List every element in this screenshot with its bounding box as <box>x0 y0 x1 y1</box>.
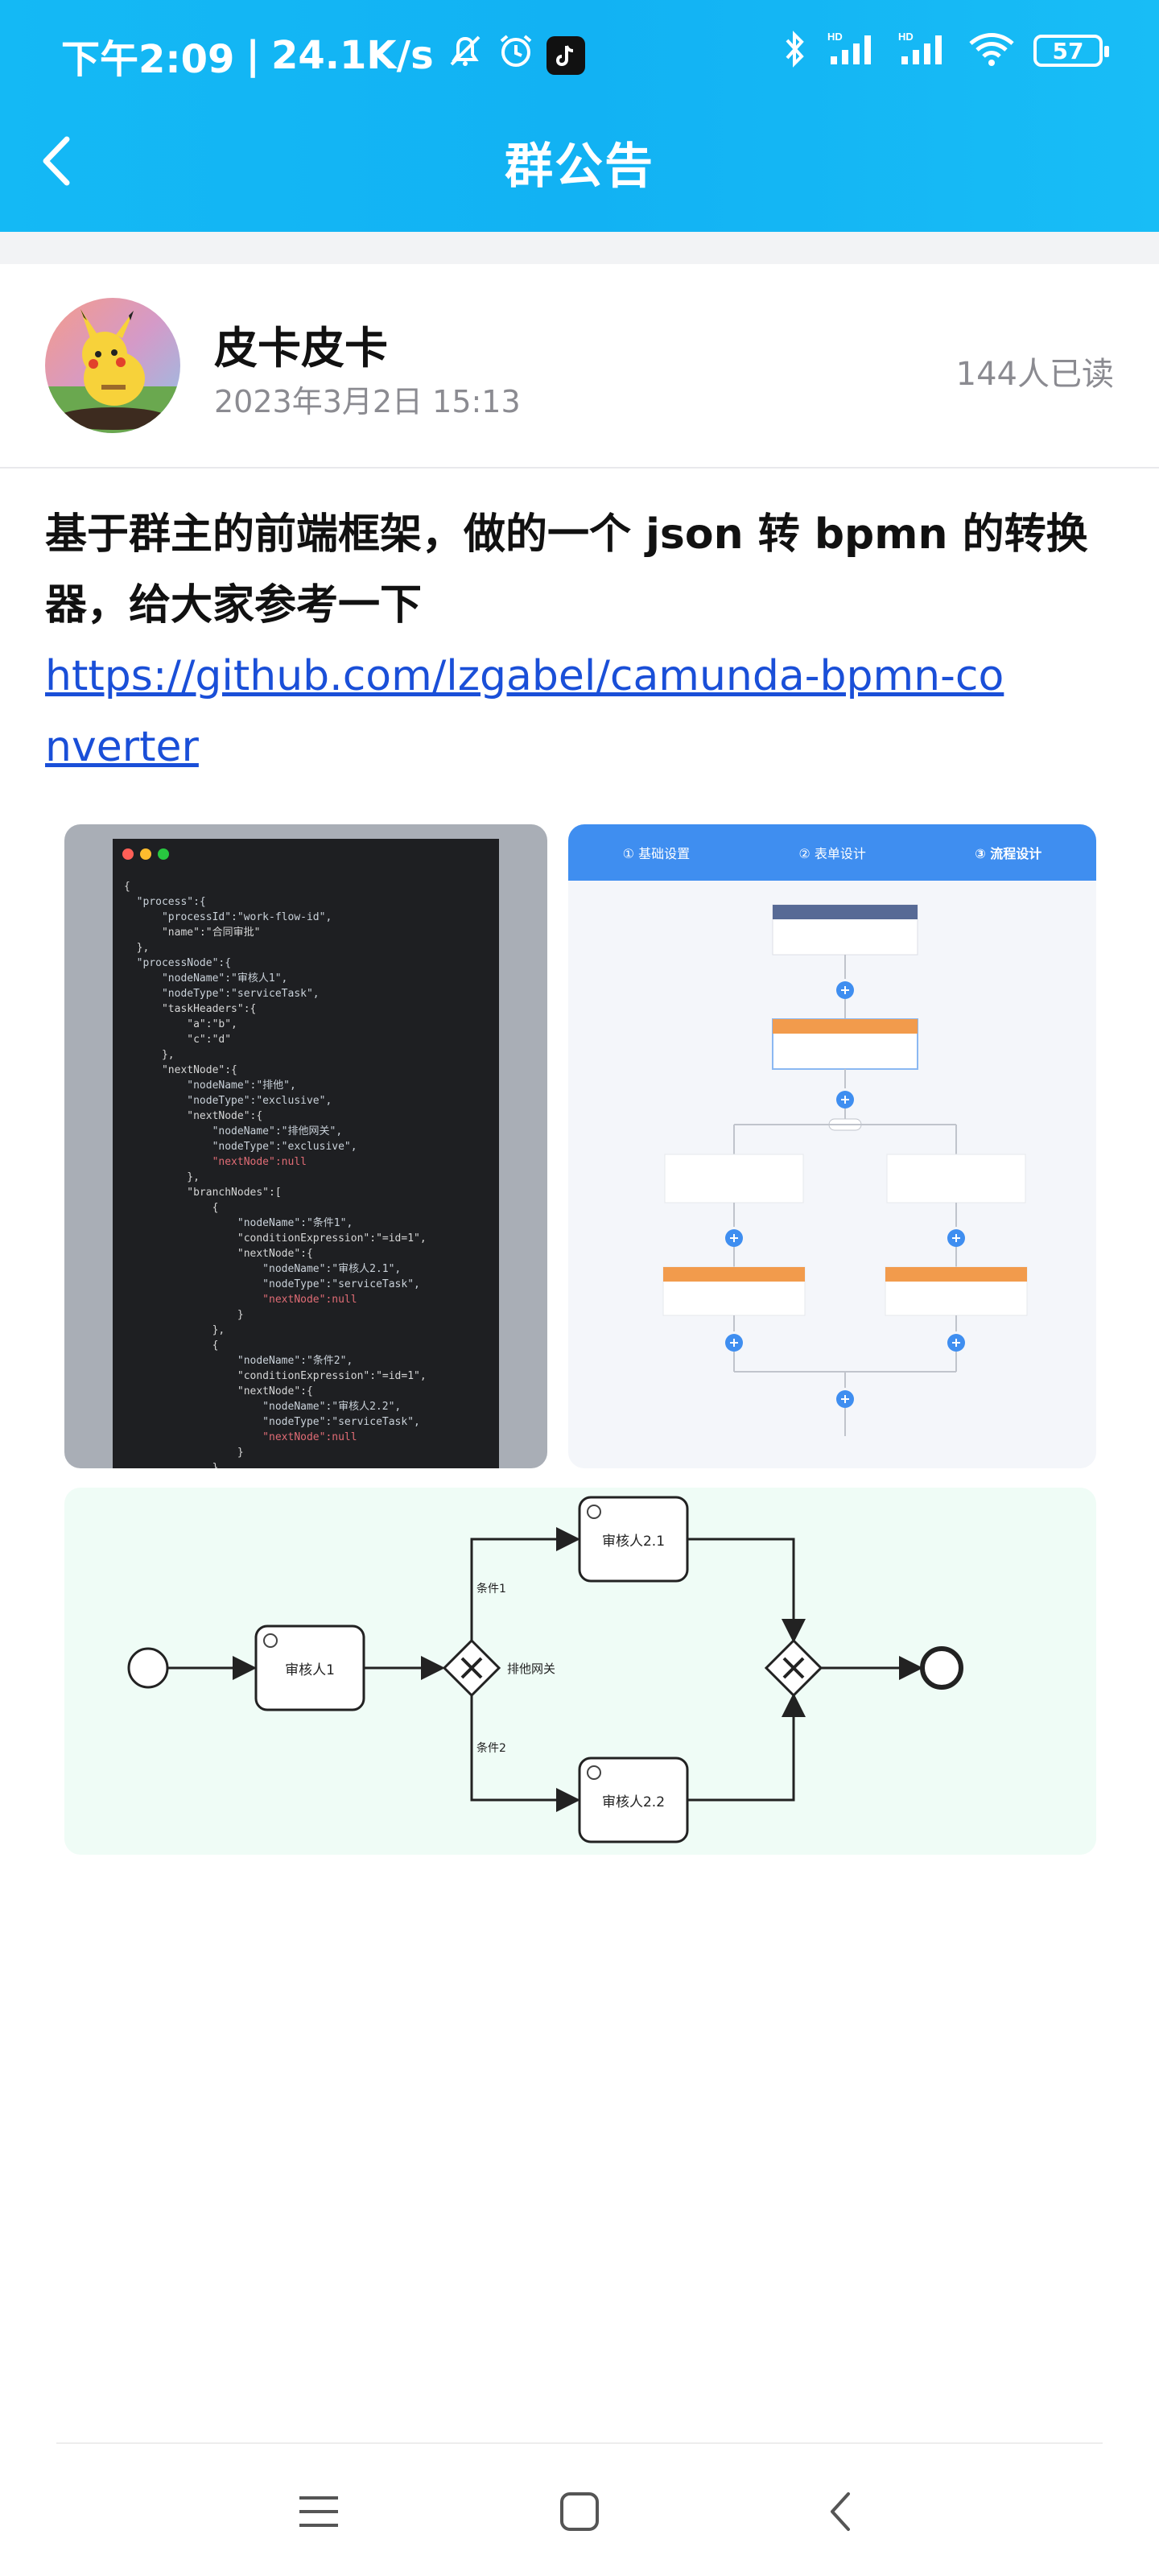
post-timestamp: 2023年3月2日 15:13 <box>214 384 521 419</box>
code-line: "processNode":{ <box>124 957 232 969</box>
mute-bell-icon <box>445 31 485 80</box>
code-line: "nodeName":"排他网关", <box>124 1125 343 1137</box>
back-triangle-icon <box>831 2492 850 2531</box>
bpmn-task-21-label: 审核人2.1 <box>602 1534 665 1550</box>
condition-2-label: 条件2 <box>476 1741 506 1755</box>
bpmn-task-22-label: 审核人2.2 <box>602 1794 665 1810</box>
battery-level: 57 <box>1052 37 1084 64</box>
menu-icon <box>299 2496 338 2527</box>
code-line: "nextNode":{ <box>124 1064 237 1076</box>
home-button[interactable] <box>547 2479 612 2544</box>
code-line: "nodeType":"exclusive", <box>124 1141 357 1153</box>
code-line: "nodeName":"条件2", <box>124 1355 353 1367</box>
code-line: }, <box>124 1049 175 1061</box>
status-left: 下午2:09 | 24.1K/s <box>61 27 585 84</box>
flow-tab-3: ③ 流程设计 <box>975 846 1042 861</box>
github-link[interactable]: https://github.com/lzgabel/camunda-bpmn-… <box>45 641 1011 782</box>
signal-2-icon: HD <box>897 29 950 72</box>
code-line: "process":{ <box>124 896 206 908</box>
code-text: { "process":{ "processId":"work-flow-id"… <box>124 879 427 1468</box>
bpmn-diagram-image[interactable]: 审核人1 排他网关 条件1 审核人2.1 条件2 审核人2.2 <box>64 1488 1096 1855</box>
code-line: "nodeName":"审核人2.2", <box>124 1401 402 1413</box>
author-row: 皮卡皮卡 2023年3月2日 15:13 144人已读 <box>0 264 1159 469</box>
hd-label-1: HD <box>827 31 843 43</box>
home-square-icon <box>560 2492 599 2531</box>
avatar[interactable] <box>45 298 180 433</box>
code-line: { <box>124 1202 219 1214</box>
code-line: "processId":"work-flow-id", <box>124 911 332 923</box>
condition-1-label: 条件1 <box>476 1582 506 1596</box>
status-time: 下午2:09 <box>61 37 235 82</box>
wifi-icon <box>967 29 1016 72</box>
system-navigation-bar <box>0 2447 1159 2576</box>
header: 下午2:09 | 24.1K/s HD HD 57 群公告 <box>0 0 1159 232</box>
tiktok-icon <box>546 36 585 75</box>
code-line: "nodeType":"serviceTask", <box>124 1278 420 1290</box>
page-title: 群公告 <box>505 138 654 195</box>
code-line: "conditionExpression":"=id=1", <box>124 1370 427 1382</box>
status-bar: 下午2:09 | 24.1K/s HD HD 57 <box>0 0 1159 105</box>
bpmn-diagram: 审核人1 排他网关 条件1 审核人2.1 条件2 审核人2.2 <box>127 1496 963 1843</box>
system-back-button[interactable] <box>808 2479 872 2544</box>
code-line: } <box>124 1462 219 1468</box>
code-line: } <box>124 1447 244 1459</box>
code-line: "name":"合同审批" <box>124 927 261 939</box>
flow-designer-tabs: ① 基础设置 ② 表单设计 ③ 流程设计 <box>568 824 1096 881</box>
code-line: "nextNode":null <box>124 1294 357 1306</box>
code-line: "nextNode":null <box>124 1431 357 1443</box>
code-line: "nodeName":"排他", <box>124 1080 296 1092</box>
gateway-label: 排他网关 <box>507 1662 555 1676</box>
flow-tab-1: ① 基础设置 <box>622 846 691 861</box>
code-line: "nextNode":null <box>124 1156 307 1168</box>
code-line: }, <box>124 1324 225 1336</box>
status-right: HD HD 57 <box>781 29 1109 72</box>
code-line: }, <box>124 942 150 954</box>
flow-diagram <box>662 904 1028 1436</box>
bluetooth-icon <box>781 29 808 72</box>
flow-tab-2: ② 表单设计 <box>798 846 866 861</box>
code-line: "a":"b", <box>124 1018 237 1030</box>
announcement-text: 基于群主的前端框架，做的一个 json 转 bpmn 的转换器，给大家参考一下 <box>45 510 1088 630</box>
code-line: "nextNode":{ <box>124 1385 313 1397</box>
code-line: } <box>124 1309 244 1321</box>
code-line: "nodeName":"审核人1", <box>124 972 288 985</box>
code-line: { <box>124 881 130 893</box>
code-line: "conditionExpression":"=id=1", <box>124 1232 427 1245</box>
image-gallery: { "process":{ "processId":"work-flow-id"… <box>64 824 1096 1855</box>
code-line: "nodeType":"exclusive", <box>124 1095 332 1107</box>
bottom-divider <box>56 2442 1103 2444</box>
code-line: "branchNodes":[ <box>124 1187 282 1199</box>
status-separator: | <box>245 33 260 78</box>
battery-indicator: 57 <box>1033 35 1109 67</box>
read-count[interactable]: 144人已读 <box>956 348 1114 394</box>
alarm-icon <box>497 31 535 80</box>
bpmn-task-1-label: 审核人1 <box>285 1662 335 1678</box>
code-line: }, <box>124 1171 200 1183</box>
navigation-bar: 群公告 <box>0 113 1159 209</box>
section-divider <box>0 232 1159 264</box>
code-line: "nodeType":"serviceTask", <box>124 1416 420 1428</box>
code-line: "nodeName":"条件1", <box>124 1217 353 1229</box>
author-name[interactable]: 皮卡皮卡 <box>214 312 388 376</box>
code-editor-panel: { "process":{ "processId":"work-flow-id"… <box>113 839 499 1468</box>
signal-1-icon: HD <box>826 29 879 72</box>
code-line: "nextNode":{ <box>124 1248 313 1260</box>
code-line: "taskHeaders":{ <box>124 1003 257 1015</box>
code-line: "nodeType":"serviceTask", <box>124 988 320 1000</box>
code-screenshot-image[interactable]: { "process":{ "processId":"work-flow-id"… <box>64 824 547 1468</box>
menu-button[interactable] <box>287 2479 351 2544</box>
hd-label-2: HD <box>898 31 914 43</box>
code-line: "nodeName":"审核人2.1", <box>124 1263 402 1275</box>
window-dots <box>122 848 169 860</box>
net-speed: 24.1K/s <box>270 33 434 78</box>
code-line: "c":"d" <box>124 1034 232 1046</box>
flow-designer-image[interactable]: ① 基础设置 ② 表单设计 ③ 流程设计 <box>568 824 1096 1468</box>
code-line: "nextNode":{ <box>124 1110 263 1122</box>
code-line: { <box>124 1340 219 1352</box>
